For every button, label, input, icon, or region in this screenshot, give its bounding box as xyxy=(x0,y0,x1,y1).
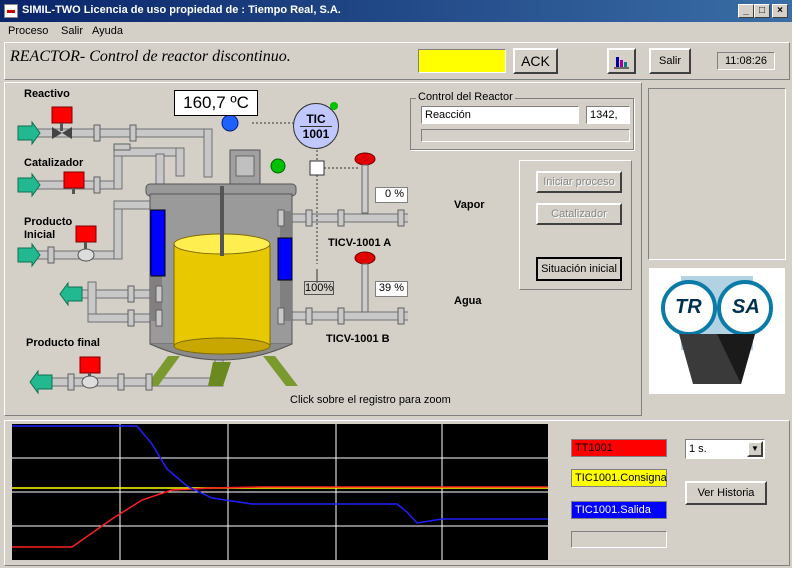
valve-b-tag: TICV-1001 B xyxy=(326,333,390,345)
phase-value-field: 1342, xyxy=(586,106,630,124)
bar-chart-icon xyxy=(614,57,629,69)
agua-label: Agua xyxy=(454,295,482,307)
menu-ayuda[interactable]: Ayuda xyxy=(92,25,123,37)
reactivo-label: Reactivo xyxy=(24,88,70,100)
zoom-hint: Click sobre el registro para zoom xyxy=(290,394,451,406)
app-icon[interactable] xyxy=(4,4,18,18)
interval-value: 1 s. xyxy=(689,443,707,455)
title-bar[interactable]: SIMIL-TWO Licencia de uso propiedad de :… xyxy=(0,0,792,22)
temperature-display[interactable]: 160,7 ºC xyxy=(174,90,258,116)
chevron-down-icon[interactable]: ▼ xyxy=(747,441,763,457)
catalyst-button[interactable]: Catalizador xyxy=(536,203,622,225)
alarm-indicator xyxy=(418,49,506,73)
menu-proceso[interactable]: Proceso xyxy=(8,25,48,37)
valve-a-opening: 0 % xyxy=(375,187,408,203)
control-group-label: Control del Reactor xyxy=(416,91,515,103)
chart-report-button[interactable] xyxy=(607,48,636,74)
menu-bar: Proceso Salir Ayuda xyxy=(0,22,792,40)
legend-tt1001[interactable]: TT1001 xyxy=(571,439,667,457)
catalizador-label: Catalizador xyxy=(24,157,84,169)
page-title: REACTOR- Control de reactor discontinuo. xyxy=(10,48,291,65)
vapor-label: Vapor xyxy=(454,199,485,211)
phase-field: Reacción xyxy=(421,106,579,124)
menu-salir[interactable]: Salir xyxy=(61,25,83,37)
valve-a-tag: TICV-1001 A xyxy=(328,237,392,249)
legend-setpoint[interactable]: TIC1001.Consigna xyxy=(571,469,667,487)
info-panel xyxy=(648,88,786,260)
producto-final-label: Producto final xyxy=(26,337,100,349)
exit-button[interactable]: Salir xyxy=(649,48,691,74)
interval-select[interactable]: 1 s. ▼ xyxy=(685,439,765,459)
ack-button[interactable]: ACK xyxy=(513,48,558,74)
temperature-line xyxy=(12,486,548,548)
valve-b-opening: 39 % xyxy=(375,281,408,297)
minimize-button[interactable]: _ xyxy=(738,4,754,18)
tic-number: 1001 xyxy=(300,126,332,141)
view-history-button[interactable]: Ver Historia xyxy=(685,481,767,505)
logo-right-text: SA xyxy=(732,296,760,318)
company-logo: TR SA xyxy=(649,268,785,394)
legend-output[interactable]: TIC1001.Salida xyxy=(571,501,667,519)
logo-left-text: TR xyxy=(675,296,702,318)
level-indicator: 100% xyxy=(304,281,334,295)
progress-bar xyxy=(421,129,630,142)
trend-chart[interactable] xyxy=(12,424,548,560)
tic-controller[interactable]: TIC 1001 xyxy=(293,103,339,149)
window-title: SIMIL-TWO Licencia de uso propiedad de :… xyxy=(22,4,341,16)
tic-label: TIC xyxy=(306,112,326,126)
output-line xyxy=(12,425,548,524)
legend-empty xyxy=(571,531,667,548)
producto-inicial-label: Producto Inicial xyxy=(24,216,73,241)
maximize-button[interactable]: □ xyxy=(754,4,770,18)
start-process-button[interactable]: Iniciar proceso xyxy=(536,171,622,193)
reactor-diagram[interactable] xyxy=(8,86,408,414)
close-button[interactable]: × xyxy=(772,4,788,18)
initial-state-button[interactable]: Situación inicial xyxy=(536,257,622,281)
clock-display: 11:08:26 xyxy=(717,52,775,70)
